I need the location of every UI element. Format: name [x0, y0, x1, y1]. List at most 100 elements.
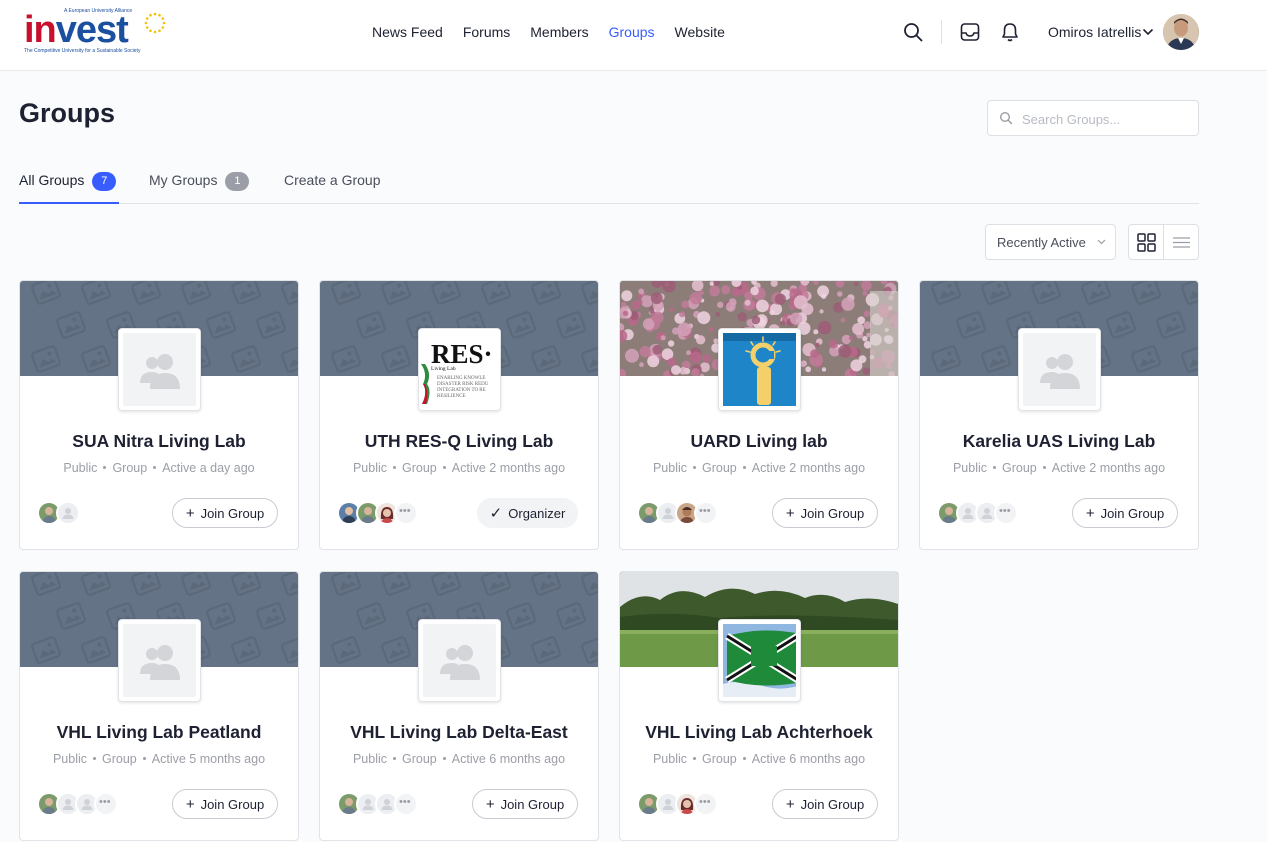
group-name[interactable]: VHL Living Lab Peatland — [20, 722, 298, 743]
group-search[interactable] — [987, 100, 1199, 136]
group-activity: Active 6 months ago — [451, 752, 566, 766]
group-meta: Public Group Active 2 months ago — [320, 461, 598, 475]
site-header: A European University Alliance invest Th… — [0, 0, 1267, 71]
search-icon — [999, 111, 1013, 125]
more-members-icon[interactable]: ••• — [694, 792, 718, 816]
group-activity: Active 2 months ago — [451, 461, 566, 475]
group-name[interactable]: SUA Nitra Living Lab — [20, 431, 298, 452]
more-members-icon[interactable]: ••• — [94, 792, 118, 816]
group-name[interactable]: VHL Living Lab Achterhoek — [620, 722, 898, 743]
group-card[interactable]: VHL Living Lab Peatland Public Group Activ… — [19, 571, 299, 841]
group-icon — [140, 354, 180, 389]
more-members-icon[interactable]: ••• — [394, 792, 418, 816]
nav-forums[interactable]: Forums — [463, 24, 510, 40]
group-avatar[interactable] — [118, 619, 201, 702]
group-meta: Public Group Active 6 months ago — [320, 752, 598, 766]
bell-icon[interactable] — [999, 21, 1021, 43]
group-privacy: Public — [52, 752, 88, 766]
chevron-down-icon — [1097, 239, 1106, 245]
group-type: Group — [102, 752, 137, 766]
group-name[interactable]: VHL Living Lab Delta-East — [320, 722, 598, 743]
tab-create-group[interactable]: Create a Group — [284, 172, 381, 188]
group-privacy: Public — [952, 461, 988, 475]
header-divider — [941, 20, 942, 44]
plus-icon: + — [1085, 504, 1095, 522]
group-avatar[interactable] — [418, 619, 501, 702]
main-nav: News Feed Forums Members Groups Website — [372, 24, 745, 40]
group-meta: Public Group Active 6 months ago — [620, 752, 898, 766]
join-group-button[interactable]: + Join Group — [772, 498, 878, 528]
list-view-button[interactable] — [1164, 225, 1199, 259]
group-privacy: Public — [352, 461, 388, 475]
group-avatar[interactable] — [118, 328, 201, 411]
group-type: Group — [702, 752, 737, 766]
active-tab-indicator — [19, 202, 119, 204]
organizer-button[interactable]: ✓ Organizer — [477, 498, 578, 528]
search-input[interactable] — [1022, 109, 1190, 129]
grid-view-button[interactable] — [1129, 225, 1164, 259]
group-meta: Public Group Active 2 months ago — [620, 461, 898, 475]
svg-text:Living Lab: Living Lab — [431, 366, 456, 372]
group-type: Group — [402, 752, 437, 766]
nav-news-feed[interactable]: News Feed — [372, 24, 443, 40]
svg-text:ENABLING KNOWLE: ENABLING KNOWLE — [437, 376, 485, 381]
group-card[interactable]: Karelia UAS Living Lab Public Group Active… — [919, 280, 1199, 550]
join-group-button[interactable]: + Join Group — [772, 789, 878, 819]
plus-icon: + — [785, 795, 795, 813]
group-avatar-placeholder — [1023, 333, 1096, 406]
group-activity: Active 2 months ago — [1051, 461, 1166, 475]
group-card[interactable]: SUA Nitra Living Lab Public Group Active a… — [19, 280, 299, 550]
group-meta: Public Group Active a day ago — [20, 461, 298, 475]
view-toggle — [1128, 224, 1199, 260]
join-group-button[interactable]: + Join Group — [1072, 498, 1178, 528]
chevron-down-icon[interactable] — [1142, 27, 1154, 37]
group-type: Group — [402, 461, 437, 475]
group-avatar[interactable] — [718, 328, 801, 411]
sort-dropdown[interactable]: Recently Active — [985, 224, 1116, 260]
group-avatar[interactable] — [1018, 328, 1101, 411]
nav-members[interactable]: Members — [530, 24, 588, 40]
group-name[interactable]: UARD Living lab — [620, 431, 898, 452]
group-meta: Public Group Active 5 months ago — [20, 752, 298, 766]
plus-icon: + — [185, 504, 195, 522]
user-avatar[interactable] — [1163, 14, 1199, 50]
group-privacy: Public — [652, 752, 688, 766]
nav-website[interactable]: Website — [675, 24, 725, 40]
inbox-icon[interactable] — [959, 21, 981, 43]
svg-text:RESILIENCE: RESILIENCE — [437, 394, 466, 399]
info-sign-photo — [723, 333, 796, 406]
tab-all-groups[interactable]: All Groups 7 — [19, 172, 117, 191]
plus-icon: + — [485, 795, 495, 813]
group-name[interactable]: UTH RES-Q Living Lab — [320, 431, 598, 452]
more-members-icon[interactable]: ••• — [394, 501, 418, 525]
logo-wordmark: invest — [24, 9, 129, 51]
group-icon — [1040, 354, 1080, 389]
sort-value: Recently Active — [997, 235, 1086, 250]
group-avatar[interactable] — [718, 619, 801, 702]
svg-text:INTEGRATION TO RE: INTEGRATION TO RE — [437, 388, 486, 393]
group-card[interactable]: VHL Living Lab Delta-East Public Group Act… — [319, 571, 599, 841]
join-group-button[interactable]: + Join Group — [172, 789, 278, 819]
group-card[interactable]: UARD Living lab Public Group Active 2 mont… — [619, 280, 899, 550]
nav-groups[interactable]: Groups — [609, 24, 655, 40]
list-view-icon — [1173, 237, 1190, 248]
invest-logo[interactable]: A European University Alliance invest Th… — [24, 8, 166, 56]
group-icon — [440, 645, 480, 680]
user-name[interactable]: Omiros Iatrellis — [1048, 24, 1141, 40]
svg-text:RES·: RES· — [431, 339, 493, 369]
more-members-icon[interactable]: ••• — [694, 501, 718, 525]
group-name[interactable]: Karelia UAS Living Lab — [920, 431, 1198, 452]
plus-icon: + — [785, 504, 795, 522]
group-avatar[interactable]: RES· Living Lab ENABLING KNOWLE DISASTER … — [418, 328, 501, 411]
group-type: Group — [1002, 461, 1037, 475]
tab-my-groups[interactable]: My Groups 1 — [149, 172, 250, 191]
join-group-button[interactable]: + Join Group — [172, 498, 278, 528]
member-avatar[interactable] — [56, 501, 80, 525]
group-card[interactable]: VHL Living Lab Achterhoek Public Group Act… — [619, 571, 899, 841]
group-meta: Public Group Active 2 months ago — [920, 461, 1198, 475]
search-icon[interactable] — [902, 21, 924, 43]
group-icon — [140, 645, 180, 680]
group-card[interactable]: RES· Living Lab ENABLING KNOWLE DISASTER … — [319, 280, 599, 550]
more-members-icon[interactable]: ••• — [994, 501, 1018, 525]
join-group-button[interactable]: + Join Group — [472, 789, 578, 819]
